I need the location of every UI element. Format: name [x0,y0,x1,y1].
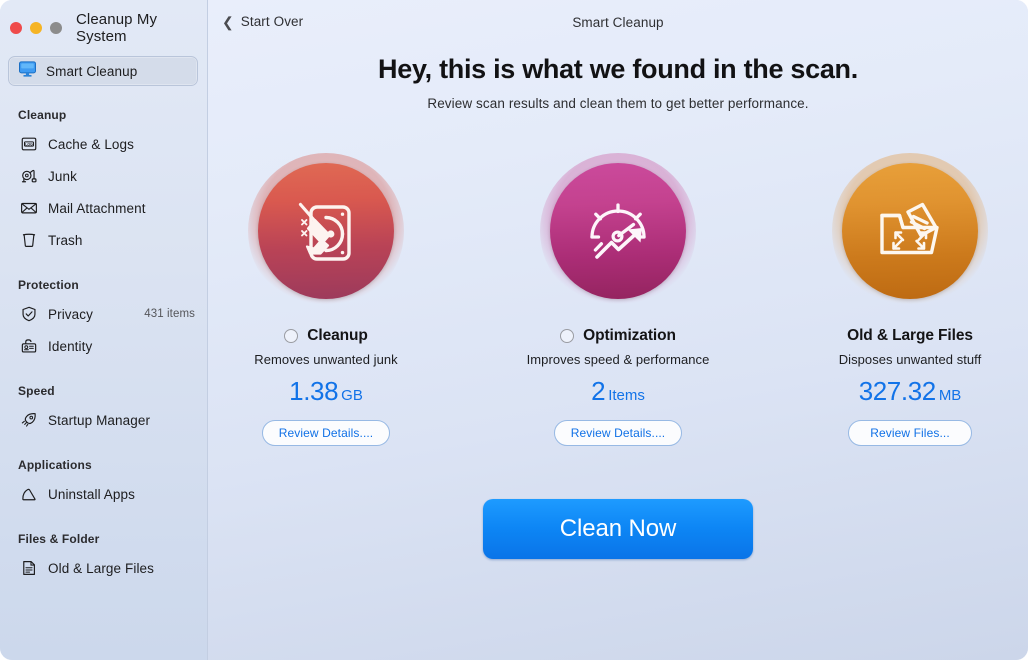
sidebar: Cleanup My System Smart Cleanup Cleanup [0,0,208,660]
trash-can-icon [19,231,38,250]
sidebar-item-label: Smart Cleanup [46,64,137,79]
shield-check-icon [19,305,38,324]
sidebar-item-label: Privacy [48,307,93,322]
speedometer-trend-icon [550,163,686,299]
sidebar-item-junk[interactable]: Junk [0,160,207,192]
optimization-metric-unit: Items [608,387,645,404]
old-large-files-metric: 327.32MB [859,376,962,407]
optimization-description: Improves speed & performance [527,352,710,367]
sidebar-item-label: Junk [48,169,77,184]
result-card-list: Cleanup Removes unwanted junk 1.38GB Rev… [208,153,1028,446]
id-card-lock-icon [19,337,38,356]
sidebar-group-title-cleanup: Cleanup [0,108,207,122]
cleanup-title-row: Cleanup [284,327,367,345]
sidebar-group-title-speed: Speed [0,384,207,398]
optimization-title-row: Optimization [560,327,676,345]
sidebar-group-title-applications: Applications [0,458,207,472]
cleanup-metric-unit: GB [341,387,363,404]
log-box-icon: LOG [19,135,38,154]
svg-text:LOG: LOG [25,142,33,146]
envelope-icon [19,199,38,218]
sidebar-item-identity[interactable]: Identity [0,330,207,362]
cleanup-radio-button[interactable] [284,329,298,343]
rocket-icon [19,411,38,430]
result-card-old-and-large-files: Old & Large Files Disposes unwanted stuf… [820,153,1000,446]
cleanup-metric: 1.38GB [289,376,363,407]
old-large-files-metric-value: 327.32 [859,376,936,406]
sidebar-item-label: Mail Attachment [48,201,146,216]
zoom-window-button[interactable] [50,22,62,34]
sidebar-group-title-protection: Protection [0,278,207,292]
cleanup-title: Cleanup [307,327,367,345]
sidebar-item-label: Cache & Logs [48,137,134,152]
optimization-title: Optimization [583,327,676,345]
folder-expand-icon [842,163,978,299]
old-large-files-title-row: Old & Large Files [847,327,973,345]
optimization-review-details-button[interactable]: Review Details.... [554,420,683,446]
page-title: Smart Cleanup [208,15,1028,30]
traffic-light-group [10,22,62,34]
app-title: Cleanup My System [76,11,207,45]
cleanup-description: Removes unwanted junk [254,352,397,367]
clean-now-button[interactable]: Clean Now [483,499,753,559]
sidebar-item-privacy[interactable]: Privacy 431 items [0,298,207,330]
main-content: ❮ Start Over Smart Cleanup Hey, this is … [208,0,1028,660]
app-arch-icon [19,485,38,504]
optimization-metric: 2Items [591,376,645,407]
optimization-radio-button[interactable] [560,329,574,343]
sidebar-item-old-and-large-files[interactable]: Old & Large Files [0,552,207,584]
sidebar-item-startup-manager[interactable]: Startup Manager [0,404,207,436]
content-topbar: ❮ Start Over Smart Cleanup [208,0,1028,48]
sidebar-item-label: Old & Large Files [48,561,154,576]
optimization-metric-value: 2 [591,376,605,406]
old-large-files-metric-unit: MB [939,387,962,404]
sidebar-group-title-files-and-folder: Files & Folder [0,532,207,546]
close-window-button[interactable] [10,22,22,34]
cleanup-review-details-button[interactable]: Review Details.... [262,420,391,446]
sidebar-item-uninstall-apps[interactable]: Uninstall Apps [0,478,207,510]
old-large-files-disc-badge [832,153,988,309]
window-titlebar: Cleanup My System [0,0,207,56]
app-window: Cleanup My System Smart Cleanup Cleanup [0,0,1028,660]
optimization-disc-badge [540,153,696,309]
vacuum-icon [19,167,38,186]
result-card-cleanup: Cleanup Removes unwanted junk 1.38GB Rev… [236,153,416,446]
sidebar-item-label: Trash [48,233,83,248]
sidebar-item-cache-and-logs[interactable]: LOG Cache & Logs [0,128,207,160]
document-icon [19,559,38,578]
old-large-files-title: Old & Large Files [847,327,973,345]
minimize-window-button[interactable] [30,22,42,34]
old-large-files-review-files-button[interactable]: Review Files... [848,420,972,446]
sidebar-item-trash[interactable]: Trash [0,224,207,256]
sidebar-item-mail-attachment[interactable]: Mail Attachment [0,192,207,224]
old-large-files-description: Disposes unwanted stuff [839,352,982,367]
scan-result-subheading: Review scan results and clean them to ge… [208,96,1028,111]
result-card-optimization: Optimization Improves speed & performanc… [528,153,708,446]
monitor-icon [18,59,37,83]
sidebar-item-label: Identity [48,339,92,354]
cleanup-disc-badge [248,153,404,309]
sidebar-item-count: 431 items [144,308,195,320]
broom-harddrive-icon [258,163,394,299]
sidebar-item-label: Uninstall Apps [48,487,135,502]
sidebar-item-smart-cleanup[interactable]: Smart Cleanup [8,56,198,86]
sidebar-item-label: Startup Manager [48,413,150,428]
scan-result-heading: Hey, this is what we found in the scan. [208,54,1028,85]
cleanup-metric-value: 1.38 [289,376,338,406]
